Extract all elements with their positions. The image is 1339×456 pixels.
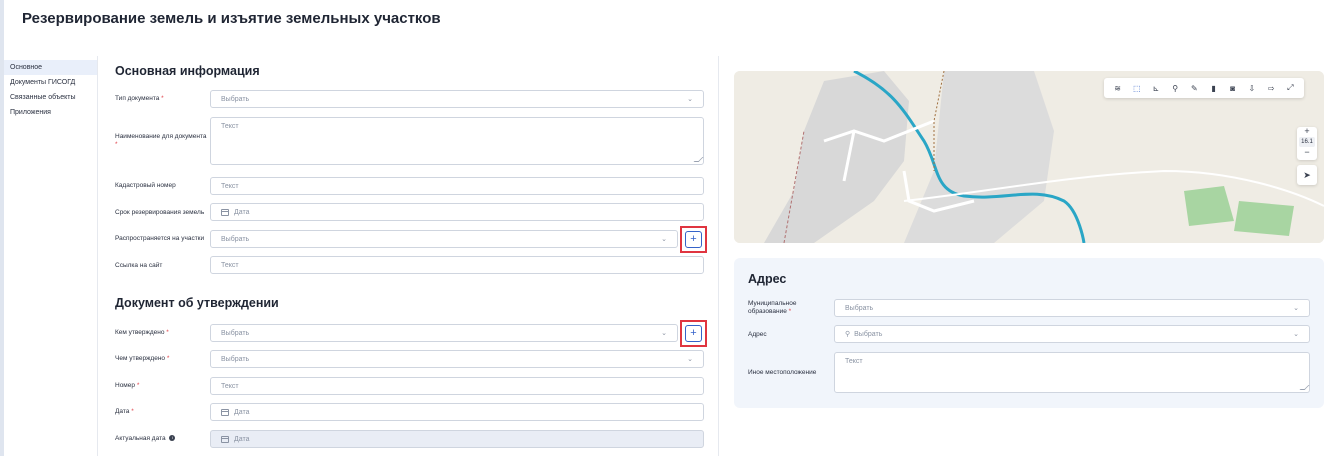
page-header: Резервирование земель и изъятие земельны… bbox=[4, 0, 1339, 56]
select-area-icon[interactable]: ⬚ bbox=[1131, 82, 1143, 94]
sidebar-item-main[interactable]: Основное bbox=[4, 60, 97, 75]
calendar-icon bbox=[221, 208, 229, 216]
chevron-down-icon: ⌄ bbox=[661, 236, 667, 243]
chevron-down-icon: ⌄ bbox=[1293, 305, 1299, 312]
applies-to-select[interactable]: Выбрать ⌄ bbox=[210, 230, 678, 248]
section-title-main-info: Основная информация bbox=[115, 64, 260, 78]
doc-name-label: Наименование для документа * bbox=[115, 133, 207, 148]
date-input[interactable]: Дата bbox=[210, 403, 704, 421]
cadastral-label: Кадастровый номер bbox=[115, 182, 176, 189]
cadastral-input[interactable]: Текст bbox=[210, 177, 704, 195]
resize-handle-icon[interactable] bbox=[693, 157, 704, 162]
doc-type-label: Тип документа * bbox=[115, 95, 164, 102]
add-approver-button[interactable]: + bbox=[685, 325, 702, 342]
approved-by-label: Кем утверждено * bbox=[115, 329, 169, 336]
number-label: Номер * bbox=[115, 382, 140, 389]
approved-with-label: Чем утверждено * bbox=[115, 355, 170, 362]
fullscreen-icon[interactable]: ⤢ bbox=[1284, 82, 1296, 94]
ruler-icon[interactable]: ⊾ bbox=[1150, 82, 1162, 94]
zoom-level: 16.1 bbox=[1299, 137, 1315, 147]
locate-button[interactable]: ➤ bbox=[1297, 165, 1317, 185]
calendar-icon bbox=[221, 435, 229, 443]
resize-handle-icon[interactable] bbox=[1299, 385, 1310, 390]
forest-area bbox=[1234, 201, 1294, 236]
zoom-in-button[interactable]: + bbox=[1297, 127, 1317, 136]
trash-icon[interactable]: ▮ bbox=[1208, 82, 1220, 94]
doc-name-textarea[interactable]: Текст bbox=[210, 117, 704, 165]
doc-type-select[interactable]: Выбрать ⌄ bbox=[210, 90, 704, 108]
chevron-down-icon: ⌄ bbox=[1293, 331, 1299, 338]
approved-by-select[interactable]: Выбрать ⌄ bbox=[210, 324, 678, 342]
actual-date-input: Дата bbox=[210, 430, 704, 448]
search-icon[interactable]: ⚲ bbox=[1169, 82, 1181, 94]
chevron-down-icon: ⌄ bbox=[687, 96, 693, 103]
pencil-icon[interactable]: ✎ bbox=[1188, 82, 1200, 94]
camera-icon[interactable]: ◙ bbox=[1227, 82, 1239, 94]
highlight-box: + bbox=[680, 226, 707, 253]
column-divider bbox=[718, 56, 719, 456]
map-toolbar: ≋ ⬚ ⊾ ⚲ ✎ ▮ ◙ ⇩ ⇨ ⤢ bbox=[1104, 78, 1304, 98]
address-label: Адрес bbox=[748, 331, 767, 338]
sidebar-nav: Основное Документы ГИСОГД Связанные объе… bbox=[4, 56, 98, 456]
page-title: Резервирование земель и изъятие земельны… bbox=[22, 10, 441, 27]
municipality-select[interactable]: Выбрать ⌄ bbox=[834, 299, 1310, 317]
address-select[interactable]: ⚲ Выбрать ⌄ bbox=[834, 325, 1310, 343]
reserve-term-label: Срок резервирования земель bbox=[115, 209, 205, 216]
info-icon[interactable]: i bbox=[169, 435, 176, 442]
number-input[interactable]: Текст bbox=[210, 377, 704, 395]
import-icon[interactable]: ⇩ bbox=[1246, 82, 1258, 94]
calendar-icon bbox=[221, 408, 229, 416]
add-plot-button[interactable]: + bbox=[685, 231, 702, 248]
highlight-box: + bbox=[680, 320, 707, 347]
search-icon: ⚲ bbox=[845, 331, 851, 338]
municipality-label: Муниципальное образование * bbox=[748, 300, 797, 315]
zoom-control: + 16.1 − bbox=[1297, 127, 1317, 160]
sidebar-item-gisogd-docs[interactable]: Документы ГИСОГД bbox=[4, 75, 97, 90]
approved-with-select[interactable]: Выбрать ⌄ bbox=[210, 350, 704, 368]
section-title-approval: Документ об утверждении bbox=[115, 296, 279, 310]
site-link-label: Ссылка на сайт bbox=[115, 262, 163, 269]
zoom-out-button[interactable]: − bbox=[1297, 148, 1317, 157]
site-link-input[interactable]: Текст bbox=[210, 256, 704, 274]
reserve-term-date[interactable]: Дата bbox=[210, 203, 704, 221]
applies-to-label: Распространяется на участки bbox=[115, 235, 205, 242]
sidebar-item-related-objects[interactable]: Связанные объекты bbox=[4, 90, 97, 105]
section-title-address: Адрес bbox=[748, 272, 787, 286]
actual-date-label: Актуальная дата i bbox=[115, 435, 176, 443]
date-label: Дата * bbox=[115, 408, 134, 415]
chevron-down-icon: ⌄ bbox=[661, 330, 667, 337]
sidebar-item-attachments[interactable]: Приложения bbox=[4, 105, 97, 120]
chevron-down-icon: ⌄ bbox=[687, 356, 693, 363]
other-location-textarea[interactable]: Текст bbox=[834, 352, 1310, 393]
export-icon[interactable]: ⇨ bbox=[1265, 82, 1277, 94]
layers-icon[interactable]: ≋ bbox=[1112, 82, 1124, 94]
other-location-label: Иное местоположение bbox=[748, 369, 817, 376]
